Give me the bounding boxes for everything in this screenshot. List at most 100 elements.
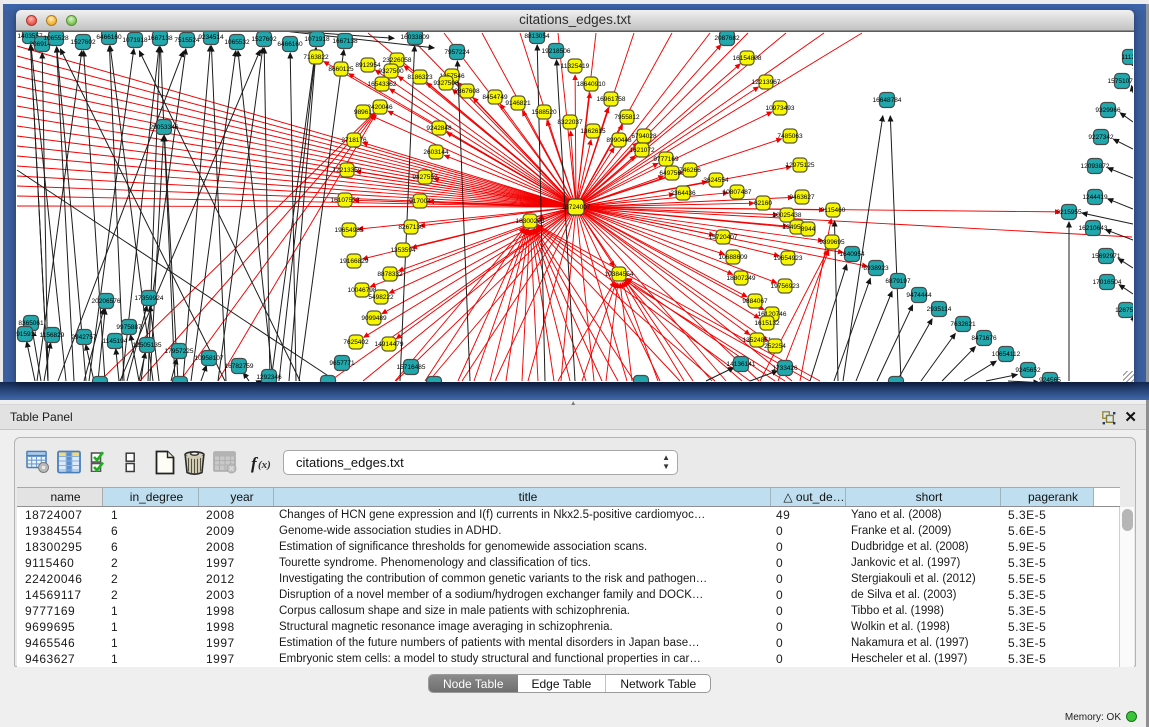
- svg-text:7485063: 7485063: [777, 133, 803, 140]
- svg-text:252254: 252254: [764, 343, 786, 350]
- svg-text:1733426: 1733426: [772, 365, 798, 372]
- svg-text:11128: 11128: [1121, 54, 1133, 61]
- svg-text:29053346: 29053346: [150, 124, 179, 131]
- svg-text:7957224: 7957224: [444, 49, 470, 56]
- svg-text:12213967: 12213967: [752, 79, 781, 86]
- svg-text:6879197: 6879197: [885, 278, 911, 285]
- svg-text:19654985: 19654985: [335, 227, 364, 234]
- svg-text:16210643: 16210643: [1079, 225, 1108, 232]
- svg-text:16107552: 16107552: [331, 197, 360, 204]
- svg-text:16543362: 16543362: [368, 81, 397, 88]
- svg-text:16648784: 16648784: [873, 97, 902, 104]
- svg-text:2942757: 2942757: [71, 334, 97, 341]
- svg-text:9329966: 9329966: [1095, 107, 1121, 114]
- svg-text:19166829: 19166829: [340, 258, 369, 265]
- svg-text:14914479: 14914479: [375, 341, 404, 348]
- svg-text:15751074: 15751074: [1108, 78, 1133, 85]
- svg-text:9099489: 9099489: [361, 315, 387, 322]
- svg-text:9327500: 9327500: [378, 68, 404, 75]
- svg-text:8267130: 8267130: [398, 224, 424, 231]
- svg-text:10654112: 10654112: [992, 351, 1021, 358]
- svg-text:1292346: 1292346: [256, 374, 282, 381]
- svg-text:1065528: 1065528: [43, 35, 69, 42]
- svg-text:16961758: 16961758: [597, 96, 626, 103]
- svg-text:1353594: 1353594: [390, 247, 416, 254]
- svg-text:10958107: 10958107: [195, 355, 224, 362]
- svg-text:3215955: 3215955: [1056, 209, 1082, 216]
- svg-text:17016504: 17016504: [1093, 279, 1122, 286]
- svg-text:1362615: 1362615: [580, 128, 606, 135]
- svg-text:98961: 98961: [354, 109, 372, 116]
- svg-text:8322037: 8322037: [557, 119, 583, 126]
- svg-text:12213359: 12213359: [333, 167, 362, 174]
- svg-text:8660125: 8660125: [328, 66, 354, 73]
- svg-text:924565: 924565: [1039, 377, 1061, 382]
- svg-text:1071918: 1071918: [304, 36, 330, 43]
- svg-text:9474444: 9474444: [906, 292, 932, 299]
- svg-text:10973493: 10973493: [766, 105, 795, 112]
- svg-text:7625402: 7625402: [343, 339, 369, 346]
- svg-text:18640910: 18640910: [577, 81, 606, 88]
- svg-text:9327508: 9327508: [433, 80, 459, 87]
- svg-text:1244419: 1244419: [1082, 194, 1108, 201]
- svg-text:11325419: 11325419: [561, 63, 590, 70]
- svg-text:16782759: 16782759: [225, 363, 254, 370]
- svg-text:17957225: 17957225: [165, 348, 194, 355]
- svg-text:7515524: 7515524: [174, 37, 200, 44]
- svg-text:3915911: 3915911: [16, 331, 38, 338]
- svg-text:(x): (x): [258, 459, 271, 471]
- svg-text:2718176: 2718176: [341, 137, 367, 144]
- svg-text:7955812: 7955812: [614, 114, 640, 121]
- svg-text:1667138: 1667138: [147, 35, 173, 42]
- svg-text:2603144: 2603144: [423, 149, 449, 156]
- svg-text:1065532: 1065532: [224, 39, 250, 46]
- svg-text:9242848: 9242848: [426, 125, 452, 132]
- svg-text:1156829: 1156829: [40, 332, 65, 339]
- svg-text:14136141: 14136141: [727, 361, 756, 368]
- svg-text:746266: 746266: [679, 167, 701, 174]
- svg-text:9146821: 9146821: [505, 100, 531, 107]
- svg-text:19218506: 19218506: [542, 48, 571, 55]
- svg-text:1071918: 1071918: [122, 37, 148, 44]
- svg-text:6466160: 6466160: [96, 34, 122, 41]
- svg-text:19756923: 19756923: [771, 283, 800, 290]
- svg-text:9245652: 9245652: [1015, 367, 1041, 374]
- svg-text:20206576: 20206576: [92, 298, 121, 305]
- svg-text:2935114: 2935114: [927, 306, 952, 313]
- svg-text:19384554: 19384554: [605, 271, 634, 278]
- svg-text:8944: 8944: [801, 226, 816, 233]
- svg-text:3624554: 3624554: [703, 177, 729, 184]
- svg-text:7163822: 7163822: [303, 54, 329, 61]
- svg-text:1621072: 1621072: [629, 147, 655, 154]
- svg-text:9115460: 9115460: [821, 207, 846, 214]
- svg-text:15720407: 15720407: [709, 234, 738, 241]
- svg-text:8471676: 8471676: [971, 335, 997, 342]
- svg-text:8813054: 8813054: [524, 33, 550, 40]
- svg-text:8454749: 8454749: [482, 94, 508, 101]
- svg-text:9234514: 9234514: [198, 34, 224, 41]
- svg-text:15692971: 15692971: [1092, 253, 1121, 260]
- svg-text:10688609: 10688609: [719, 254, 748, 261]
- svg-text:18300295: 18300295: [516, 218, 545, 225]
- svg-text:1640954: 1640954: [839, 251, 865, 258]
- svg-text:1588520: 1588520: [531, 109, 557, 116]
- svg-text:16033809: 16033809: [401, 34, 430, 41]
- svg-text:9975887: 9975887: [116, 324, 142, 331]
- svg-text:1667138: 1667138: [332, 38, 358, 45]
- svg-text:18807249: 18807249: [727, 275, 756, 282]
- svg-text:2867608: 2867608: [454, 88, 480, 95]
- svg-text:1145194: 1145194: [103, 338, 128, 345]
- svg-text:10807487: 10807487: [723, 189, 752, 196]
- svg-text:2364436: 2364436: [670, 190, 696, 197]
- svg-text:9227342: 9227342: [1088, 134, 1114, 141]
- svg-text:7632621: 7632621: [950, 321, 976, 328]
- svg-text:8186323: 8186323: [407, 74, 433, 81]
- svg-text:2087682: 2087682: [714, 35, 740, 42]
- svg-text:8990448: 8990448: [606, 137, 632, 144]
- svg-text:23226058: 23226058: [383, 57, 412, 64]
- svg-text:8912954: 8912954: [355, 62, 381, 69]
- svg-text:9427552: 9427552: [412, 174, 438, 181]
- svg-text:5498222: 5498222: [368, 294, 394, 301]
- svg-text:9899695: 9899695: [819, 239, 845, 246]
- svg-text:126753: 126753: [1115, 307, 1133, 314]
